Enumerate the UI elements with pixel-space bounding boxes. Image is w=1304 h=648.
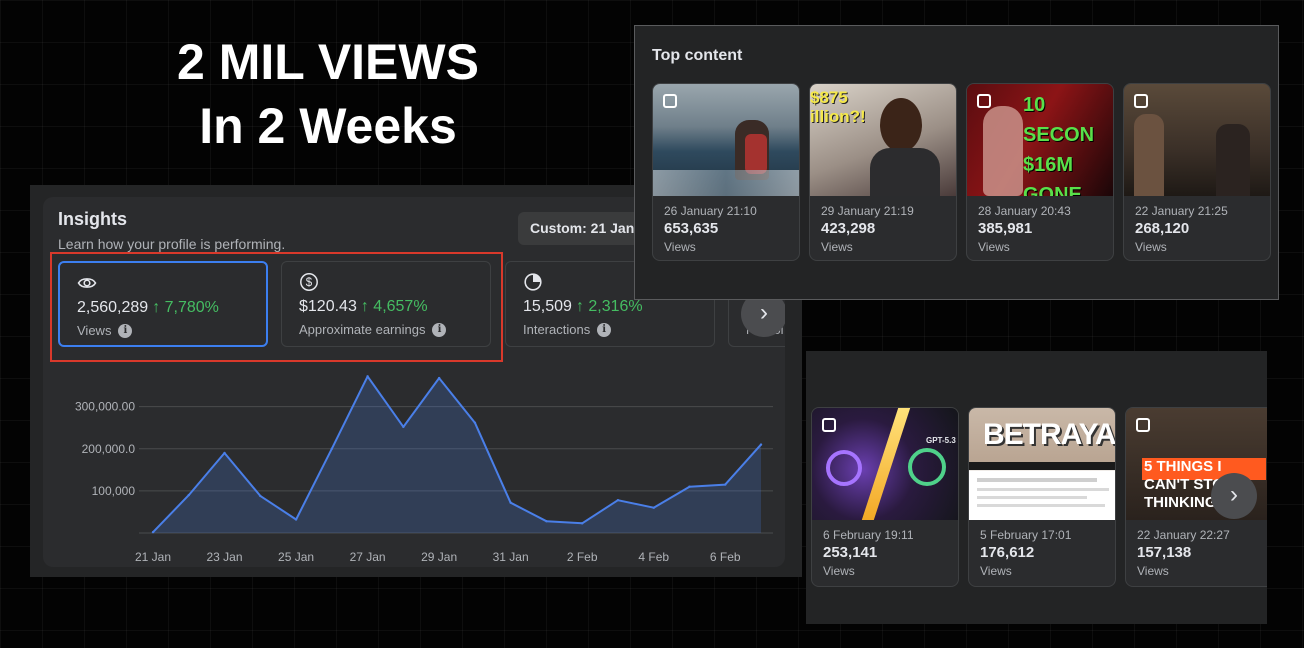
x-tick-label: 23 Jan: [207, 550, 243, 564]
video-views: 423,298: [821, 220, 876, 237]
video-thumbnail-text: BETRAYAL: [983, 418, 1115, 451]
data-point: [509, 501, 512, 504]
video-card[interactable]: 22 January 21:25 268,120 Views: [1123, 83, 1271, 261]
data-point: [724, 483, 727, 486]
data-point: [151, 530, 155, 534]
reel-icon: [822, 418, 836, 432]
video-date: 28 January 20:43: [978, 204, 1071, 218]
data-point: [652, 506, 655, 509]
video-card[interactable]: GPT-5.3 6 February 19:11 253,141 Views: [811, 407, 959, 587]
video-date: 29 January 21:19: [821, 204, 914, 218]
video-thumbnail: $875 illion?!: [810, 84, 956, 196]
video-views: 653,635: [664, 220, 719, 237]
video-thumbnail-text: $875 illion?!: [810, 88, 866, 126]
x-tick-label: 29 Jan: [421, 550, 457, 564]
video-views-label: Views: [980, 564, 1012, 578]
reel-icon: [977, 94, 991, 108]
video-views-label: Views: [821, 240, 853, 254]
data-point: [187, 493, 190, 497]
reel-icon: [663, 94, 677, 108]
headline: 2 MIL VIEWS In 2 Weeks: [88, 30, 568, 158]
video-date: 26 January 21:10: [664, 204, 757, 218]
data-point: [366, 375, 369, 378]
chevron-right-icon: ›: [1230, 481, 1238, 508]
top-content-panel: Top content 26 January 21:10 653,635 Vie…: [634, 25, 1279, 300]
y-tick-label: 100,000: [92, 484, 136, 498]
reel-icon: [1136, 418, 1150, 432]
data-point: [437, 376, 441, 380]
headline-line-2: In 2 Weeks: [199, 98, 457, 154]
video-date: 22 January 21:25: [1135, 204, 1228, 218]
video-thumbnail-text: 10 SECON $16M GONE: [1023, 94, 1095, 196]
video-date: 5 February 17:01: [980, 528, 1072, 542]
data-point: [473, 421, 477, 424]
video-thumbnail: [653, 84, 799, 196]
data-point: [688, 485, 691, 488]
x-tick-label: 31 Jan: [493, 550, 529, 564]
x-tick-label: 2 Feb: [567, 550, 598, 564]
content-next-button[interactable]: ›: [1211, 473, 1257, 519]
more-content-panel: GPT-5.3 6 February 19:11 253,141 Views B…: [806, 351, 1267, 624]
data-point: [294, 518, 298, 521]
y-tick-label: 300,000.00: [75, 400, 135, 414]
data-point: [616, 498, 620, 502]
data-point: [545, 520, 548, 523]
data-point: [759, 443, 763, 446]
video-thumbnail: GPT-5.3: [812, 408, 958, 520]
video-thumbnail: 10 SECON $16M GONE: [967, 84, 1113, 196]
video-thumbnail: BETRAYAL: [969, 408, 1115, 520]
video-date: 6 February 19:11: [823, 528, 914, 542]
data-point: [580, 522, 584, 525]
video-views: 253,141: [823, 544, 878, 561]
video-views-label: Views: [664, 240, 696, 254]
video-thumbnail: [1124, 84, 1270, 196]
video-card[interactable]: 10 SECON $16M GONE 28 January 20:43 385,…: [966, 83, 1114, 261]
x-tick-label: 27 Jan: [350, 550, 386, 564]
y-tick-label: 200,000.0: [82, 442, 136, 456]
video-views-label: Views: [978, 240, 1010, 254]
data-point: [330, 447, 334, 450]
x-tick-label: 6 Feb: [710, 550, 741, 564]
data-point: [402, 425, 405, 429]
video-date: 22 January 22:27: [1137, 528, 1230, 542]
video-card[interactable]: $875 illion?! 29 January 21:19 423,298 V…: [809, 83, 957, 261]
top-content-title: Top content: [652, 47, 743, 64]
data-point: [223, 451, 226, 455]
video-thumbnail-text: GPT-5.3: [926, 436, 956, 445]
data-point: [259, 494, 262, 498]
video-views: 385,981: [978, 220, 1033, 237]
video-views-label: Views: [1137, 564, 1169, 578]
video-views: 268,120: [1135, 220, 1190, 237]
video-views-label: Views: [823, 564, 855, 578]
video-card[interactable]: 26 January 21:10 653,635 Views: [652, 83, 800, 261]
video-card[interactable]: BETRAYAL 5 February 17:01 176,612 Views: [968, 407, 1116, 587]
reel-icon: [1134, 94, 1148, 108]
x-tick-label: 21 Jan: [135, 550, 171, 564]
video-views-label: Views: [1135, 240, 1167, 254]
x-tick-label: 25 Jan: [278, 550, 314, 564]
headline-line-1: 2 MIL VIEWS: [177, 34, 479, 90]
x-tick-label: 4 Feb: [638, 550, 669, 564]
video-views: 176,612: [980, 544, 1035, 561]
video-views: 157,138: [1137, 544, 1192, 561]
